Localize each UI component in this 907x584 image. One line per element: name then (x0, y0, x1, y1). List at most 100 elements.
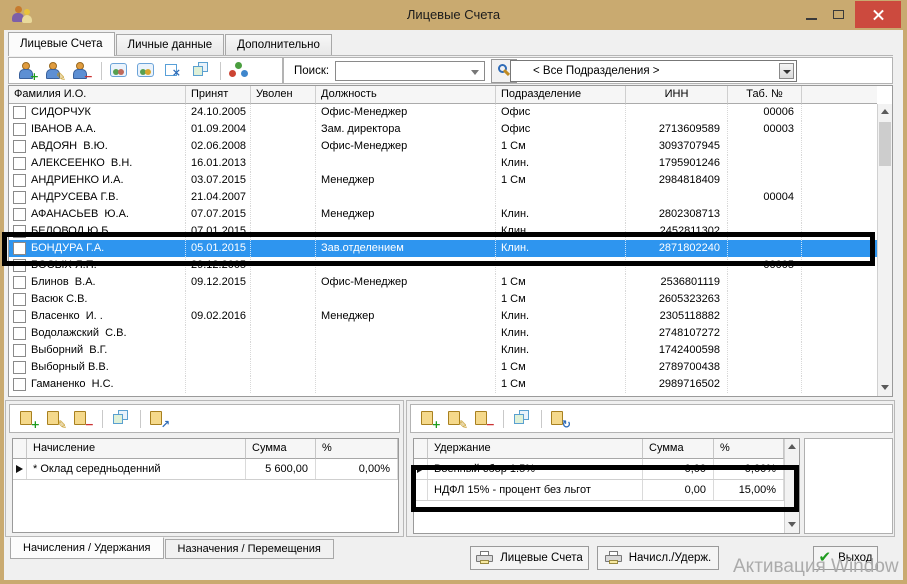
column-header-3[interactable]: % (316, 439, 398, 459)
tab-3[interactable]: Дополнительно (225, 34, 332, 56)
tab-no-cell: 00004 (728, 189, 802, 206)
org-chart-icon[interactable] (229, 62, 248, 79)
titlebar[interactable]: Лицевые Счета (0, 0, 907, 30)
tab-2[interactable]: Личные данные (116, 34, 225, 56)
row-checkbox[interactable] (13, 174, 26, 187)
department-cell: 1 См (496, 359, 626, 376)
close-icon[interactable] (855, 1, 901, 28)
add-item-icon[interactable]: + (19, 410, 38, 427)
edit-employee-icon[interactable]: ✎ (45, 62, 64, 79)
name-cell: АНДРУСЕВА Г.В. (9, 189, 186, 206)
row-checkbox[interactable] (13, 106, 26, 119)
delete-item-icon[interactable]: − (474, 410, 493, 427)
employees-group-icon[interactable] (110, 62, 129, 79)
column-header-2[interactable]: Принят (186, 86, 251, 104)
table-row[interactable]: АЛЕКСЕЕНКО В.Н.16.01.2013Клин.1795901246 (9, 155, 877, 172)
table-row[interactable]: Выборный В.В.1 См2789700438 (9, 359, 877, 376)
table-row[interactable]: Васюк С.В.1 См2605323263 (9, 291, 877, 308)
row-checkbox[interactable] (13, 327, 26, 340)
item-name-cell: НДФЛ 15% - процент без льгот (428, 480, 643, 500)
maximize-icon[interactable] (826, 3, 851, 26)
print-accruals-button[interactable]: Начисл./Удерж. (597, 546, 719, 570)
edit-item-icon[interactable]: ✎ (447, 410, 466, 427)
search-input[interactable] (335, 61, 485, 81)
scroll-up-icon[interactable] (878, 104, 892, 120)
column-header-1[interactable]: Удержание (428, 439, 643, 459)
column-header-1[interactable]: Фамилия И.О. (9, 86, 186, 104)
position-cell: Офис-Менеджер (316, 274, 496, 291)
clear-selection-icon[interactable]: × (164, 62, 183, 79)
column-header-7[interactable]: Таб. № (728, 86, 802, 104)
row-checkbox[interactable] (13, 361, 26, 374)
deductions-scrollbar[interactable] (784, 439, 799, 533)
scroll-down-icon[interactable] (785, 517, 799, 533)
row-checkbox[interactable] (13, 140, 26, 153)
table-row[interactable]: СИДОРЧУК24.10.2005Офис-МенеджерОфис00006 (9, 104, 877, 121)
department-select[interactable]: < Все Подразделения > (510, 60, 797, 82)
row-marker-cell (414, 459, 428, 479)
edit-item-icon[interactable]: ✎ (46, 410, 65, 427)
row-checkbox[interactable] (13, 225, 26, 238)
row-checkbox[interactable] (13, 191, 26, 204)
item-name-cell: Военный сбор 1.5% (428, 459, 643, 479)
row-checkbox[interactable] (13, 344, 26, 357)
row-checkbox[interactable] (13, 259, 26, 272)
column-header-2[interactable]: Сумма (643, 439, 714, 459)
print-accounts-button[interactable]: Лицевые Счета (470, 546, 589, 570)
dropdown-button[interactable] (779, 63, 794, 79)
scroll-up-icon[interactable] (785, 439, 799, 455)
table-row[interactable]: БЕЛОВОД Ю.Б.07.01.2015Клин.2452811302 (9, 223, 877, 240)
table-row[interactable]: АФАНАСЬЕВ Ю.А.07.07.2015МенеджерКлин.280… (9, 206, 877, 223)
position-cell: Зав.отделением (316, 240, 496, 257)
recalc-items-icon[interactable]: ↻ (550, 410, 569, 427)
table-row[interactable]: * Оклад середньоденний5 600,000,00% (13, 459, 398, 480)
table-row[interactable]: АНДРИЕНКО И.А.03.07.2015Менеджер1 См2984… (9, 172, 877, 189)
row-checkbox[interactable] (13, 123, 26, 136)
row-checkbox[interactable] (13, 157, 26, 170)
table-row[interactable]: IВАНОВ А.А.01.09.2004Зам. директораОфис2… (9, 121, 877, 138)
row-checkbox[interactable] (13, 208, 26, 221)
copy-icon[interactable] (191, 62, 210, 79)
column-header-2[interactable]: Сумма (246, 439, 316, 459)
table-row[interactable]: АНДРУСЕВА Г.В.21.04.200700004 (9, 189, 877, 206)
column-header-1[interactable]: Начисление (27, 439, 246, 459)
column-header-4[interactable]: Должность (316, 86, 496, 104)
table-row[interactable]: Блинов В.А.09.12.2015Офис-Менеджер1 См25… (9, 274, 877, 291)
scrollbar-thumb[interactable] (879, 122, 891, 166)
employees-history-icon[interactable] (137, 62, 156, 79)
table-row[interactable]: Гаманенко Н.С.1 См2989716502 (9, 376, 877, 393)
table-row[interactable]: АВДОЯН В.Ю.02.06.2008Офис-Менеджер1 См30… (9, 138, 877, 155)
scroll-down-icon[interactable] (878, 380, 892, 396)
column-header-3[interactable]: Уволен (251, 86, 316, 104)
add-employee-icon[interactable]: + (18, 62, 37, 79)
export-items-icon[interactable]: ↗ (149, 410, 168, 427)
table-row[interactable]: НДФЛ 15% - процент без льгот0,0015,00% (414, 480, 784, 501)
employee-name: Выборний В.Г. (31, 342, 107, 359)
table-row[interactable]: Водолажский С.В.Клин.2748107272 (9, 325, 877, 342)
minimize-icon[interactable] (799, 3, 824, 26)
row-checkbox[interactable] (13, 276, 26, 289)
employee-name: АВДОЯН В.Ю. (31, 138, 108, 155)
row-checkbox[interactable] (13, 310, 26, 323)
row-checkbox[interactable] (13, 293, 26, 306)
table-row[interactable]: Власенко И. .09.02.2016МенеджерКлин.2305… (9, 308, 877, 325)
tab-1[interactable]: Лицевые Счета (8, 32, 115, 56)
column-header-5[interactable]: Подразделение (496, 86, 626, 104)
table-row[interactable]: Выборний В.Г.Клин.1742400598 (9, 342, 877, 359)
bottom-tab-2[interactable]: Назначения / Перемещения (165, 539, 334, 559)
fired-cell (251, 138, 316, 155)
table-row[interactable]: Военный сбор 1.5%0,000,00% (414, 459, 784, 480)
add-item-icon[interactable]: + (420, 410, 439, 427)
employees-scrollbar[interactable] (877, 104, 892, 396)
column-header-6[interactable]: ИНН (626, 86, 728, 104)
row-checkbox[interactable] (13, 242, 26, 255)
table-row[interactable]: БОНДУРА Г.А.05.01.2015Зав.отделениемКлин… (9, 240, 877, 257)
copy-items-icon[interactable] (512, 410, 531, 427)
delete-employee-icon[interactable]: − (72, 62, 91, 79)
delete-item-icon[interactable]: − (73, 410, 92, 427)
column-header-3[interactable]: % (714, 439, 784, 459)
copy-items-icon[interactable] (111, 410, 130, 427)
row-checkbox[interactable] (13, 378, 26, 391)
bottom-tab-1[interactable]: Начисления / Удержания (10, 537, 164, 559)
table-row[interactable]: БОСЫХ Я.П.29.12.200500005 (9, 257, 877, 274)
